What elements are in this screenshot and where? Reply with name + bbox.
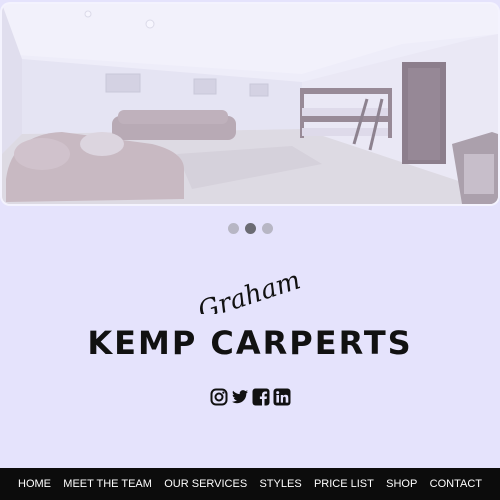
twitter-icon[interactable] (231, 388, 249, 406)
brand-script-logo: Graham (188, 258, 308, 314)
social-links (0, 388, 500, 408)
slider-dots (0, 223, 500, 235)
main-nav: HOME MEET THE TEAM OUR SERVICES STYLES P… (0, 468, 500, 500)
nav-item-price-list[interactable]: PRICE LIST (314, 478, 374, 490)
linkedin-icon[interactable] (273, 388, 291, 406)
slider-dot-1[interactable] (227, 223, 239, 234)
nav-item-our-services[interactable]: OUR SERVICES (164, 478, 247, 490)
nav-item-shop[interactable]: SHOP (386, 478, 417, 490)
facebook-icon[interactable] (252, 388, 270, 406)
hero-image (2, 4, 498, 204)
nav-item-styles[interactable]: STYLES (259, 478, 301, 490)
instagram-icon[interactable] (210, 388, 228, 406)
brand-script-text: Graham (194, 265, 304, 314)
nav-item-home[interactable]: HOME (18, 478, 51, 490)
hero-slider[interactable] (2, 4, 498, 204)
nav-item-meet-the-team[interactable]: MEET THE TEAM (63, 478, 152, 490)
brand-name: KEMP CARPERTS (87, 324, 413, 362)
nav-item-contact[interactable]: CONTACT (430, 478, 482, 490)
slider-dot-2[interactable] (244, 223, 256, 234)
slider-dot-3[interactable] (261, 223, 273, 234)
